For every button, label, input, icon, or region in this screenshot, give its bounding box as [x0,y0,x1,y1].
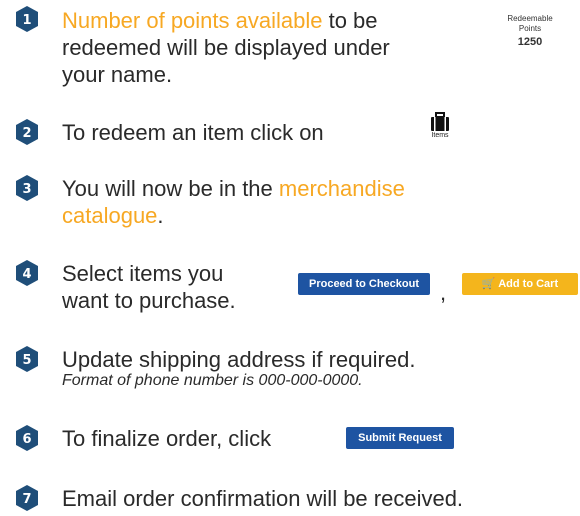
svg-text:1: 1 [22,13,31,28]
svg-text:3: 3 [22,182,31,197]
step-5-text: Update shipping address if required. [62,347,416,372]
briefcase-icon [431,112,449,131]
redeemable-points-widget: Redeemable Points 1250 [507,14,553,48]
step-badge-2: 2 [15,119,39,145]
items-nav-button[interactable]: Items [426,112,454,140]
comma-separator: , [440,280,447,305]
svg-text:6: 6 [22,432,31,447]
add-to-cart-button[interactable]: 🛒 Add to Cart [462,273,578,295]
svg-text:2: 2 [22,126,31,141]
svg-text:4: 4 [22,267,31,282]
step-6-text: To finalize order, click [62,426,272,451]
step-3-text: You will now be in the merchandise catal… [62,176,405,228]
step-4-text: Select items you want to purchase. [62,261,236,313]
step-1-text: Number of points available to be redeeme… [62,8,390,87]
step-badge-6: 6 [15,425,39,451]
step-badge-7: 7 [15,485,39,511]
proceed-to-checkout-button[interactable]: Proceed to Checkout [298,273,430,295]
points-highlight: Number of points available [62,8,323,33]
svg-text:7: 7 [22,492,31,507]
step-badge-4: 4 [15,260,39,286]
step-2-text: To redeem an item click on [62,120,324,145]
cart-icon: 🛒 [481,278,496,290]
submit-request-button[interactable]: Submit Request [346,427,454,449]
phone-format-note: Format of phone number is 000-000-0000. [62,372,363,389]
svg-text:5: 5 [22,353,31,368]
step-badge-3: 3 [15,175,39,201]
step-7-text: Email order confirmation will be receive… [62,486,464,511]
step-badge-5: 5 [15,346,39,372]
step-badge-1: 1 [15,6,39,32]
